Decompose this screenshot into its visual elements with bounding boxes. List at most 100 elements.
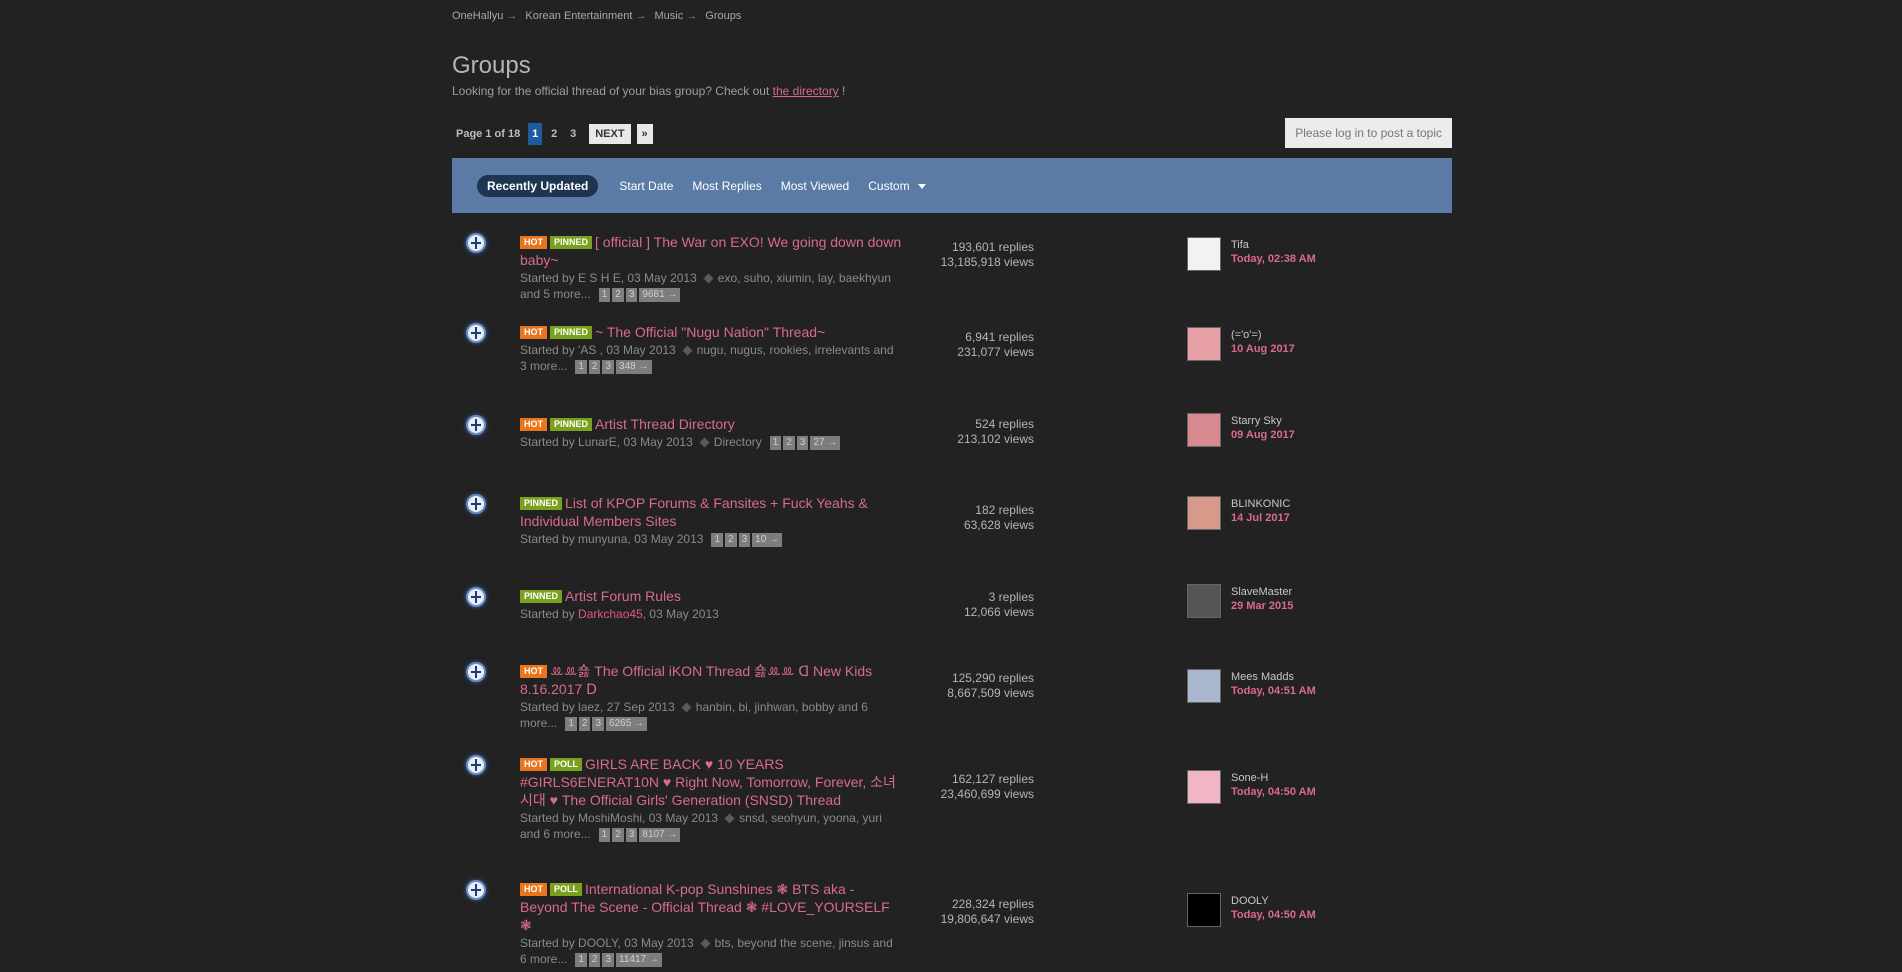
breadcrumb-korean-entertainment[interactable]: Korean Entertainment bbox=[525, 10, 632, 22]
last-poster-link[interactable]: Starry Sky bbox=[1231, 414, 1295, 428]
breadcrumb-music[interactable]: Music bbox=[655, 10, 684, 22]
login-to-post-button[interactable]: Please log in to post a topic bbox=[1285, 118, 1452, 148]
topic-page-link[interactable]: 3 bbox=[602, 360, 615, 374]
page-2-link[interactable]: 2 bbox=[547, 123, 561, 145]
avatar[interactable] bbox=[1187, 413, 1221, 447]
topic-title-line: HOT POLL GIRLS ARE BACK ♥ 10 YEARS #GIRLS6… bbox=[520, 755, 902, 809]
tab-start-date[interactable]: Start Date bbox=[619, 179, 673, 193]
topic-page-link[interactable]: 1 bbox=[769, 436, 782, 450]
last-poster-link[interactable]: (='o'=) bbox=[1231, 328, 1295, 342]
page-count-label: Page 1 of 18 bbox=[456, 128, 521, 140]
avatar[interactable] bbox=[1187, 770, 1221, 804]
view-count: 213,102 views bbox=[957, 432, 1034, 446]
topic-page-link[interactable]: 3 bbox=[602, 953, 615, 967]
last-post-time[interactable]: 10 Aug 2017 bbox=[1231, 342, 1295, 356]
view-count: 63,628 views bbox=[963, 518, 1034, 532]
topic-page-link[interactable]: 2 bbox=[588, 360, 601, 374]
page-1-link[interactable]: 1 bbox=[528, 123, 543, 145]
topic-tags[interactable]: Directory bbox=[714, 435, 762, 449]
last-post-time[interactable]: Today, 04:51 AM bbox=[1231, 684, 1316, 698]
topic-page-link[interactable]: 27 → bbox=[810, 436, 841, 450]
topic-title-link[interactable]: ~ The Official "Nugu Nation" Thread~ bbox=[595, 324, 825, 340]
pagination: Page 1 of 18 1 2 3 NEXT » bbox=[452, 123, 653, 145]
topic-page-link[interactable]: 3 bbox=[592, 717, 605, 731]
topic-page-link[interactable]: 3 bbox=[625, 288, 638, 302]
last-poster-link[interactable]: Tifa bbox=[1231, 238, 1316, 252]
topic-title-line: PINNED List of KPOP Forums & Fansites + F… bbox=[520, 494, 902, 530]
breadcrumb-onehallyu[interactable]: OneHallyu bbox=[452, 10, 503, 22]
last-post-info: (='o'=) 10 Aug 2017 bbox=[1231, 328, 1295, 356]
topic-page-link[interactable]: 6265 → bbox=[606, 717, 648, 731]
topic-title-link[interactable]: Artist Forum Rules bbox=[565, 588, 681, 604]
next-page-button[interactable]: NEXT bbox=[589, 124, 631, 144]
topic-main: PINNED Artist Forum Rules Started by Darkc… bbox=[520, 587, 902, 622]
topic-page-link[interactable]: 2 bbox=[783, 436, 795, 450]
topic-page-link[interactable]: 2 bbox=[725, 533, 737, 547]
hot-badge: HOT bbox=[520, 665, 547, 678]
topic-title-line: HOT PINNED ~ The Official "Nugu Nation" Th… bbox=[520, 323, 902, 341]
last-post-time[interactable]: Today, 04:50 AM bbox=[1231, 785, 1316, 799]
topic-page-link[interactable]: 8107 → bbox=[639, 828, 681, 842]
topic-page-link[interactable]: 348 → bbox=[616, 360, 652, 374]
tag-icon bbox=[703, 273, 714, 284]
last-poster-link[interactable]: Mees Madds bbox=[1231, 670, 1316, 684]
topic-title-link[interactable]: List of KPOP Forums & Fansites + Fuck Ye… bbox=[520, 495, 868, 529]
topic-page-link[interactable]: 1 bbox=[598, 828, 611, 842]
avatar[interactable] bbox=[1187, 327, 1221, 361]
topic-page-link[interactable]: 10 → bbox=[752, 533, 783, 547]
topic-page-link[interactable]: 1 bbox=[575, 953, 587, 967]
topic-stats: 6,941 replies 231,077 views bbox=[922, 330, 1034, 360]
avatar[interactable] bbox=[1187, 893, 1221, 927]
avatar[interactable] bbox=[1187, 496, 1221, 530]
topic-page-link[interactable]: 2 bbox=[612, 828, 624, 842]
view-count: 8,667,509 views bbox=[947, 686, 1034, 700]
topic-meta: Started by DOOLY, 03 May 2013 bts, beyond… bbox=[520, 935, 902, 967]
directory-link[interactable]: the directory bbox=[773, 84, 839, 98]
last-post-info: Tifa Today, 02:38 AM bbox=[1231, 238, 1316, 266]
description-text: Looking for the official thread of your … bbox=[452, 84, 770, 98]
topic-page-link[interactable]: 2 bbox=[612, 288, 624, 302]
tab-most-viewed[interactable]: Most Viewed bbox=[781, 179, 849, 193]
last-post-time[interactable]: 09 Aug 2017 bbox=[1231, 428, 1295, 442]
topic-title-link[interactable]: Artist Thread Directory bbox=[595, 416, 735, 432]
topic-page-link[interactable]: 3 bbox=[625, 828, 638, 842]
topic-page-link[interactable]: 3 bbox=[796, 436, 809, 450]
last-post-time[interactable]: 14 Jul 2017 bbox=[1231, 511, 1290, 525]
reply-count: 162,127 replies bbox=[951, 772, 1034, 786]
last-post-time[interactable]: 29 Mar 2015 bbox=[1231, 599, 1293, 613]
tab-recently-updated[interactable]: Recently Updated bbox=[477, 174, 599, 197]
last-poster-link[interactable]: BLINKONIC bbox=[1231, 497, 1290, 511]
last-poster-link[interactable]: Sone-H bbox=[1231, 771, 1316, 785]
topic-page-link[interactable]: 9681 → bbox=[639, 288, 681, 302]
topic-page-link[interactable]: 2 bbox=[578, 717, 591, 731]
last-poster-link[interactable]: SlaveMaster bbox=[1231, 585, 1293, 599]
avatar[interactable] bbox=[1187, 237, 1221, 271]
last-post-time[interactable]: Today, 04:50 AM bbox=[1231, 908, 1316, 922]
topic-page-link[interactable]: 3 bbox=[738, 533, 751, 547]
topic-main: PINNED List of KPOP Forums & Fansites + F… bbox=[520, 494, 902, 547]
page-3-link[interactable]: 3 bbox=[566, 123, 580, 145]
topic-stats: 182 replies 63,628 views bbox=[922, 503, 1034, 533]
last-page-button[interactable]: » bbox=[636, 124, 653, 144]
last-post-time[interactable]: Today, 02:38 AM bbox=[1231, 252, 1316, 266]
tab-custom[interactable]: Custom bbox=[868, 179, 926, 193]
topic-page-link[interactable]: 1 bbox=[565, 717, 577, 731]
avatar[interactable] bbox=[1187, 669, 1221, 703]
topic-page-link[interactable]: 1 bbox=[575, 360, 587, 374]
last-poster-link[interactable]: DOOLY bbox=[1231, 894, 1316, 908]
pinned-badge: PINNED bbox=[520, 590, 563, 603]
last-post-info: DOOLY Today, 04:50 AM bbox=[1231, 894, 1316, 922]
topic-starter-link[interactable]: Darkchao45 bbox=[578, 607, 643, 621]
topic-status-icon bbox=[466, 323, 486, 343]
topic-page-link[interactable]: 2 bbox=[588, 953, 601, 967]
tab-most-replies[interactable]: Most Replies bbox=[692, 179, 761, 193]
topic-page-link[interactable]: 1 bbox=[711, 533, 724, 547]
topic-starter-date: , 03 May 2013 bbox=[642, 607, 719, 621]
view-count: 13,185,918 views bbox=[940, 255, 1034, 269]
topic-title-link[interactable]: ꔛꔛ숋 The Official iKON Thread 숋ꔛꔛ ᗡ New K… bbox=[520, 663, 872, 697]
reply-count: 6,941 replies bbox=[965, 330, 1034, 344]
topic-page-link[interactable]: 11417 → bbox=[616, 953, 662, 967]
topic-page-link[interactable]: 1 bbox=[598, 288, 611, 302]
avatar[interactable] bbox=[1187, 584, 1221, 618]
breadcrumb-current: Groups bbox=[705, 10, 742, 22]
